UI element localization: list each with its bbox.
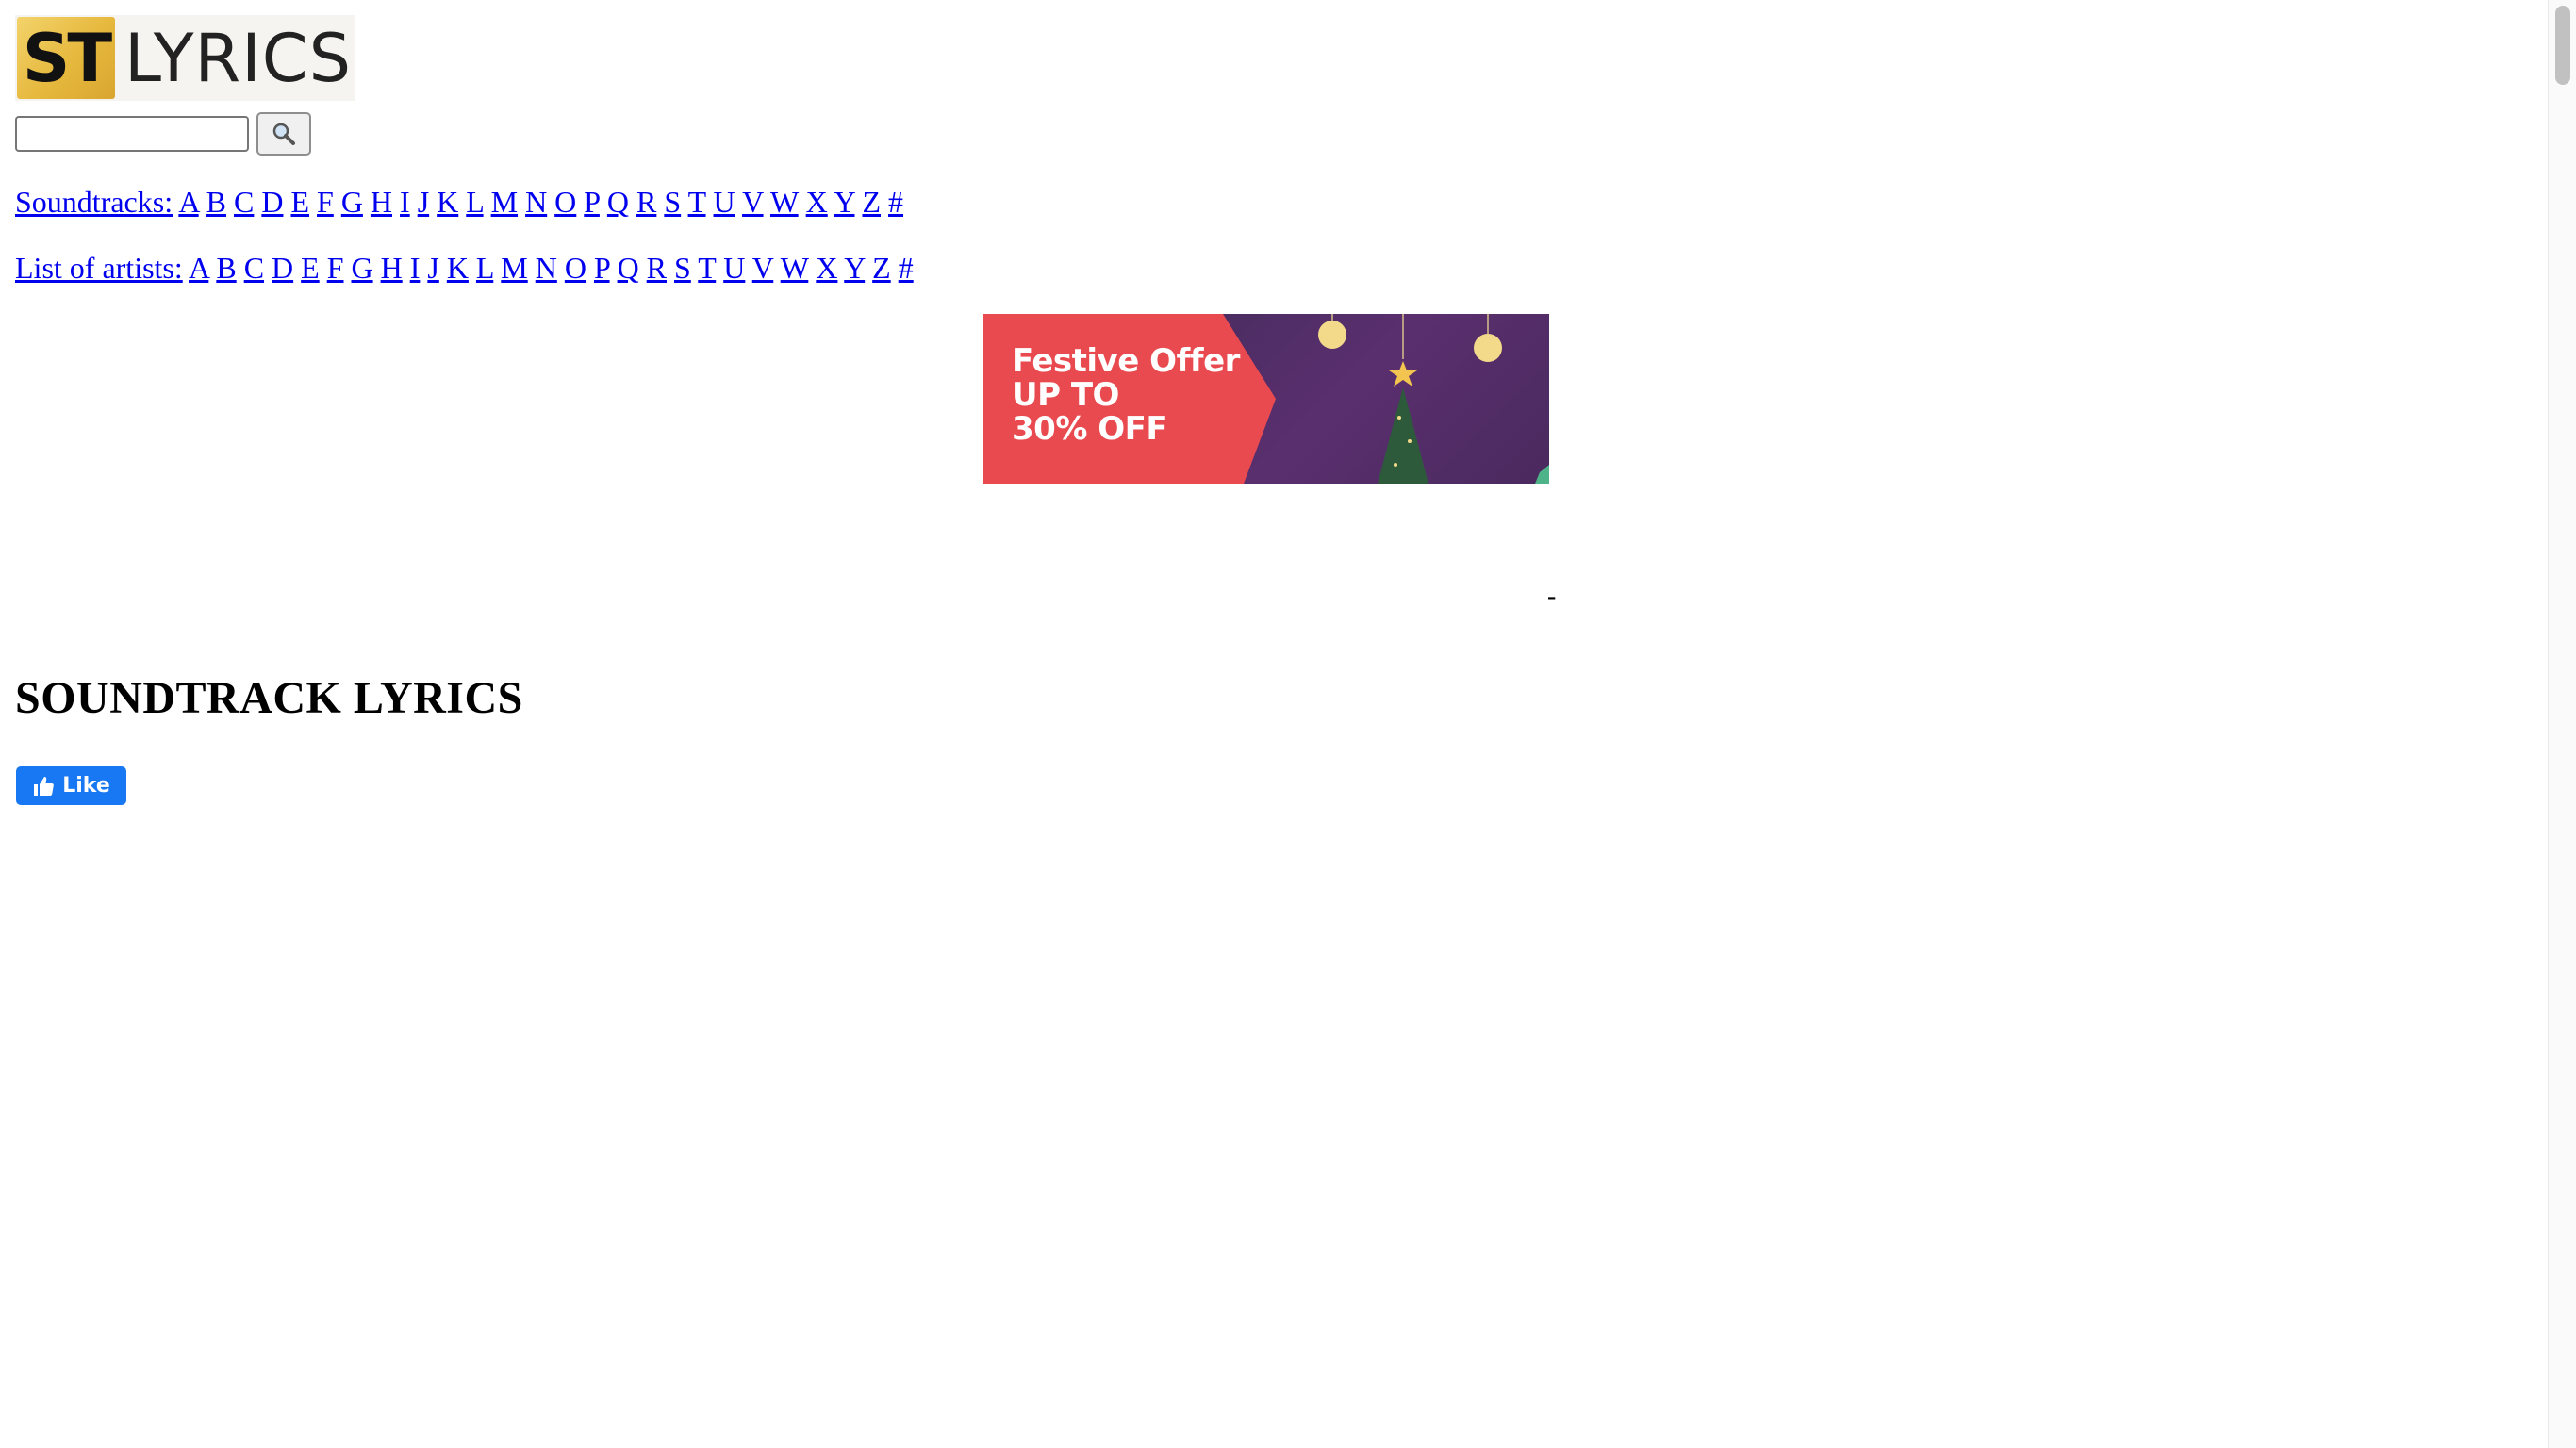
- artists-letter-link[interactable]: H: [381, 251, 403, 285]
- ornament-right: [1474, 334, 1502, 362]
- soundtracks-letter-link[interactable]: O: [554, 185, 576, 219]
- thumbs-up-icon: [34, 776, 55, 796]
- artists-letter-link[interactable]: A: [189, 251, 208, 285]
- soundtracks-letter-link[interactable]: D: [261, 185, 283, 219]
- soundtracks-letter-link[interactable]: W: [770, 185, 799, 219]
- artists-letter-link[interactable]: D: [272, 251, 293, 285]
- scrollbar-thumb[interactable]: [2555, 6, 2570, 85]
- banner-text: Festive Offer UP TO 30% OFF: [1012, 344, 1240, 446]
- search-bar: [15, 112, 914, 156]
- facebook-like-button[interactable]: Like: [16, 766, 126, 805]
- soundtracks-letter-link[interactable]: T: [688, 185, 706, 219]
- soundtracks-letter-link[interactable]: M: [491, 185, 518, 219]
- artists-letter-link[interactable]: Q: [618, 251, 639, 285]
- soundtracks-letter-link[interactable]: Q: [607, 185, 629, 219]
- artists-letter-link[interactable]: R: [647, 251, 667, 285]
- artists-letter-link[interactable]: B: [216, 251, 236, 285]
- tree-body: [1378, 387, 1428, 484]
- soundtracks-letter-link[interactable]: P: [584, 185, 600, 219]
- tree-star: [1389, 361, 1417, 387]
- soundtracks-letter-link[interactable]: Z: [862, 185, 881, 219]
- search-button[interactable]: [256, 112, 311, 156]
- soundtracks-letter-link[interactable]: L: [466, 185, 483, 219]
- artists-letter-link[interactable]: S: [674, 251, 691, 285]
- artists-letter-link[interactable]: #: [899, 251, 914, 285]
- soundtracks-letter-link[interactable]: K: [437, 185, 458, 219]
- soundtracks-index: Soundtracks: A B C D E F G H I J K L M N…: [15, 184, 914, 220]
- artists-letter-link[interactable]: J: [427, 251, 438, 285]
- festive-offer-banner[interactable]: Festive Offer UP TO 30% OFF: [983, 314, 1549, 484]
- search-input[interactable]: [15, 116, 249, 152]
- soundtracks-letter-link[interactable]: V: [742, 185, 764, 219]
- artists-letter-link[interactable]: T: [698, 251, 716, 285]
- artists-letter-link[interactable]: Z: [872, 251, 891, 285]
- page-title: SOUNDTRACK LYRICS: [15, 673, 523, 723]
- soundtracks-letter-link[interactable]: S: [664, 185, 681, 219]
- artists-letter-link[interactable]: G: [351, 251, 372, 285]
- soundtracks-letter-link[interactable]: E: [290, 185, 309, 219]
- soundtracks-letter-link[interactable]: #: [888, 185, 903, 219]
- artists-letter-link[interactable]: W: [781, 251, 809, 285]
- artists-letter-link[interactable]: O: [565, 251, 586, 285]
- soundtracks-letter-link[interactable]: B: [206, 185, 226, 219]
- separator-dash: -: [1547, 582, 1557, 611]
- soundtracks-letter-link[interactable]: N: [525, 185, 547, 219]
- banner-line-1: Festive Offer: [1012, 342, 1240, 380]
- logo-st-block: ST: [17, 17, 115, 99]
- banner-line-3: 30% OFF: [1012, 410, 1168, 448]
- artists-letter-link[interactable]: V: [752, 251, 774, 285]
- artists-letter-link[interactable]: C: [244, 251, 264, 285]
- soundtracks-letter-link[interactable]: F: [317, 185, 334, 219]
- magnifier-icon: [272, 123, 295, 145]
- page-content: ST LYRICS Soundtracks: A B C D E F G H I…: [15, 15, 914, 286]
- soundtracks-letter-link[interactable]: C: [234, 185, 254, 219]
- soundtracks-letter-link[interactable]: X: [806, 185, 828, 219]
- artists-letter-link[interactable]: E: [301, 251, 320, 285]
- soundtracks-letter-link[interactable]: U: [714, 185, 735, 219]
- artists-letter-link[interactable]: P: [594, 251, 610, 285]
- artists-label-link[interactable]: List of artists:: [15, 251, 183, 285]
- soundtracks-letter-link[interactable]: G: [341, 185, 363, 219]
- artists-letter-link[interactable]: K: [447, 251, 469, 285]
- artists-letter-link[interactable]: X: [816, 251, 837, 285]
- artists-letter-link[interactable]: F: [327, 251, 344, 285]
- artists-letter-link[interactable]: I: [410, 251, 421, 285]
- soundtracks-letter-link[interactable]: R: [636, 185, 656, 219]
- artists-index: List of artists: A B C D E F G H I J K L…: [15, 250, 914, 286]
- artists-letter-link[interactable]: U: [723, 251, 745, 285]
- soundtracks-letter-link[interactable]: I: [400, 185, 410, 219]
- artists-letter-link[interactable]: L: [476, 251, 493, 285]
- vertical-scrollbar[interactable]: [2548, 0, 2576, 1448]
- artists-letter-link[interactable]: M: [501, 251, 527, 285]
- soundtracks-letter-link[interactable]: Y: [834, 185, 855, 219]
- soundtracks-label-link[interactable]: Soundtracks:: [15, 185, 173, 219]
- logo-lyrics-text: LYRICS: [124, 19, 353, 97]
- soundtracks-letter-link[interactable]: H: [371, 185, 392, 219]
- soundtracks-letter-link[interactable]: J: [418, 185, 429, 219]
- soundtracks-letter-link[interactable]: A: [178, 185, 198, 219]
- ornament-left: [1318, 321, 1346, 349]
- artists-letter-link[interactable]: N: [536, 251, 557, 285]
- site-logo[interactable]: ST LYRICS: [15, 15, 355, 101]
- banner-line-2: UP TO: [1012, 376, 1119, 414]
- artists-letter-link[interactable]: Y: [844, 251, 865, 285]
- like-label: Like: [62, 774, 110, 798]
